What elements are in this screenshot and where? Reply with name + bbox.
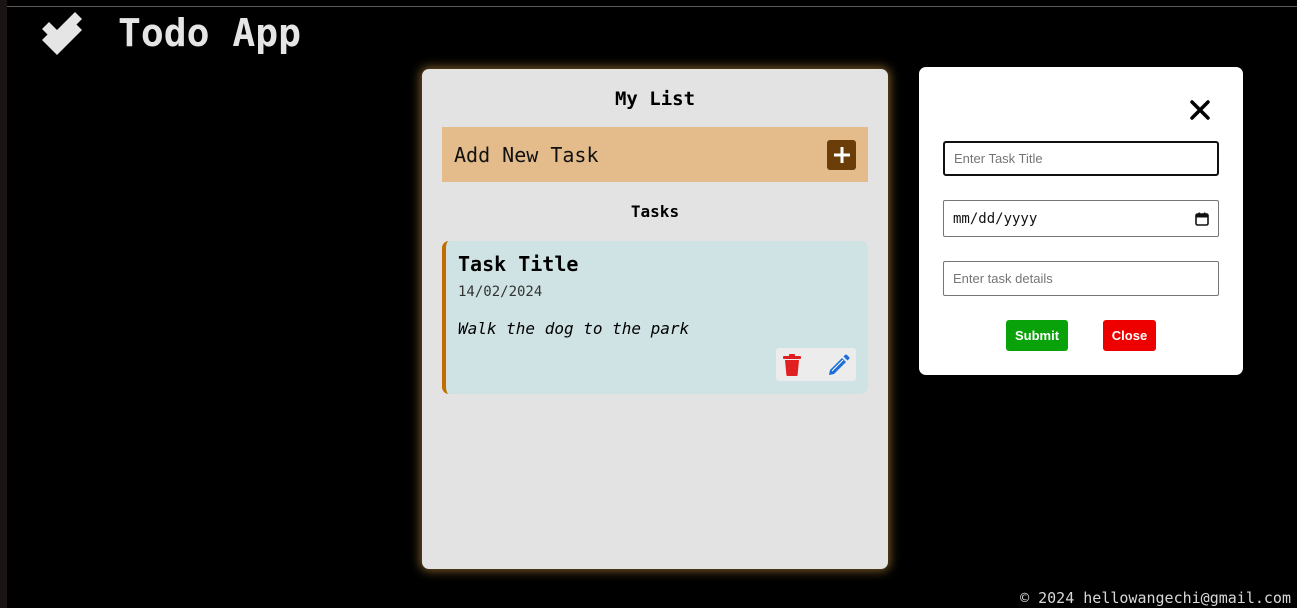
top-divider <box>0 6 1297 7</box>
task-title: Task Title <box>458 252 579 276</box>
plus-icon <box>833 146 850 163</box>
task-details: Walk the dog to the park <box>458 319 690 338</box>
trash-icon[interactable] <box>782 354 802 376</box>
task-title-input[interactable] <box>943 141 1219 176</box>
pencil-icon[interactable] <box>828 354 850 376</box>
date-placeholder: mm/dd/yyyy <box>953 210 1038 227</box>
calendar-icon[interactable] <box>1195 212 1209 226</box>
add-task-button[interactable] <box>827 139 856 170</box>
task-card: Task Title 14/02/2024 Walk the dog to th… <box>442 241 868 394</box>
task-date: 14/02/2024 <box>458 284 543 300</box>
list-panel: My List Add New Task Tasks Task Title 14… <box>422 69 888 569</box>
add-new-task-bar[interactable]: Add New Task <box>442 127 868 182</box>
task-actions <box>776 348 856 381</box>
list-title: My List <box>614 88 696 110</box>
add-new-task-label: Add New Task <box>454 142 599 167</box>
double-check-icon <box>42 12 82 55</box>
footer-copyright: © 2024 hellowangechi@gmail.com <box>1020 589 1291 607</box>
tasks-heading: Tasks <box>630 202 680 221</box>
close-button[interactable]: Close <box>1103 320 1156 351</box>
close-icon[interactable] <box>1189 99 1211 121</box>
task-modal: mm/dd/yyyy Submit Close <box>919 67 1243 375</box>
task-date-input[interactable]: mm/dd/yyyy <box>943 200 1219 237</box>
app-title: Todo App <box>118 11 302 55</box>
app-header: Todo App <box>38 10 301 56</box>
left-edge <box>0 0 7 608</box>
submit-button[interactable]: Submit <box>1006 320 1068 351</box>
task-details-input[interactable] <box>943 261 1219 296</box>
